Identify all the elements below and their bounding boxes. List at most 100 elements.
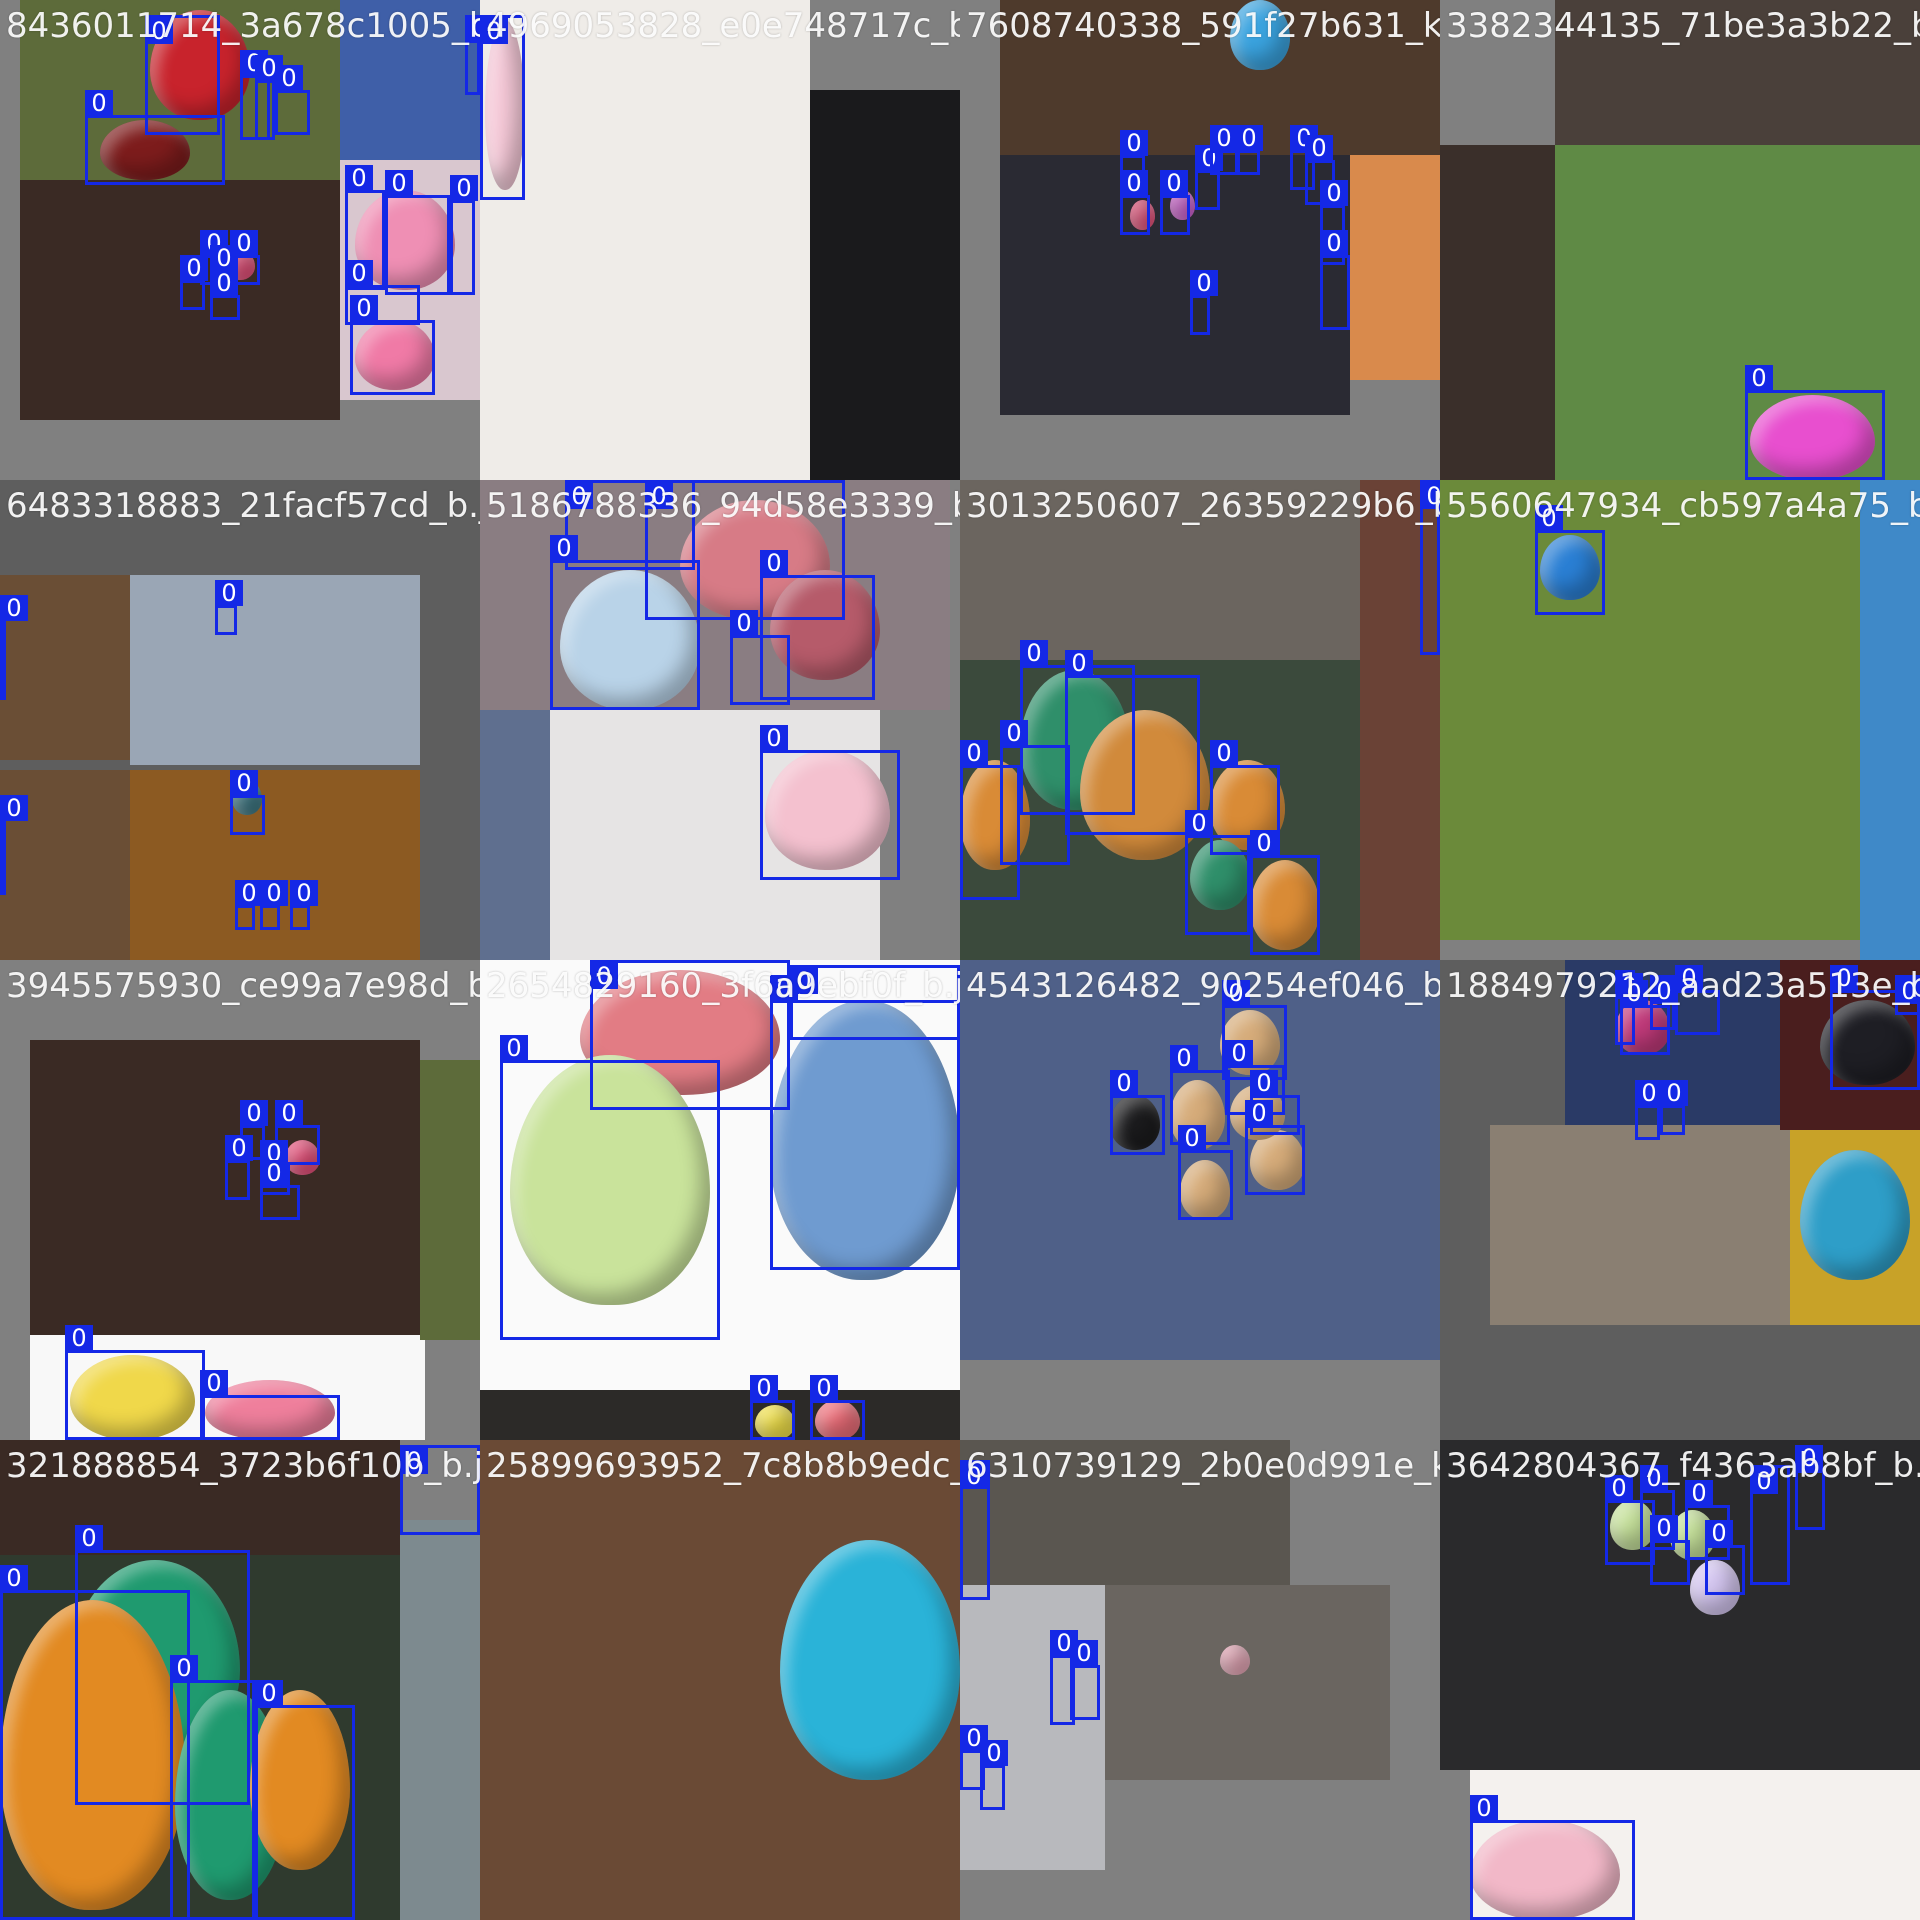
detection-box: 0 bbox=[1065, 650, 1200, 835]
detection-box: 0 bbox=[1250, 830, 1320, 955]
detection-box: 0 bbox=[230, 770, 265, 835]
image-tile: 00000004543126482_90254ef046_b.jpg bbox=[960, 960, 1440, 1440]
photo-region bbox=[1860, 480, 1920, 960]
detection-box: 0 bbox=[1070, 1640, 1100, 1720]
detection-class-label: 0 bbox=[1110, 1070, 1138, 1096]
detection-box: 0 bbox=[1320, 230, 1350, 330]
detection-box: 0 bbox=[180, 255, 208, 310]
image-filename: 25899693952_7c8b8b9edc_k.jpg bbox=[486, 1446, 960, 1486]
detection-box: 0 bbox=[260, 1160, 300, 1220]
photo-region bbox=[1440, 1440, 1920, 1770]
image-filename: 4543126482_90254ef046_b.jpg bbox=[966, 966, 1440, 1006]
image-tile: 00000003945575930_ce99a7e98d_b.jpg bbox=[0, 960, 480, 1440]
detection-class-label: 0 bbox=[1210, 125, 1238, 151]
detection-box: 0 bbox=[1235, 125, 1263, 175]
detection-box: 0 bbox=[210, 270, 240, 320]
detection-class-label: 0 bbox=[230, 770, 258, 796]
detection-class-label: 0 bbox=[1120, 130, 1148, 156]
balloon bbox=[1800, 1150, 1910, 1280]
image-tile: 000000003013250607_26359229b6_b.jpg bbox=[960, 480, 1440, 960]
detection-box: 0 bbox=[810, 1375, 865, 1440]
detection-box: 0 bbox=[225, 1135, 253, 1200]
detection-class-label: 0 bbox=[170, 1655, 198, 1681]
image-tile: 0 3382344135_71be3a3b22_b.jpg bbox=[1440, 0, 1920, 480]
detection-class-label: 0 bbox=[450, 175, 478, 201]
detection-class-label: 0 bbox=[1705, 1520, 1733, 1546]
detection-class-label: 0 bbox=[1320, 230, 1348, 256]
detection-class-label: 0 bbox=[200, 1370, 228, 1396]
photo-region bbox=[1440, 145, 1555, 480]
detection-class-label: 0 bbox=[550, 535, 578, 561]
image-filename: 3013250607_26359229b6_b.jpg bbox=[966, 486, 1440, 526]
detection-class-label: 0 bbox=[1470, 1795, 1498, 1821]
detection-box: 0 bbox=[1650, 1515, 1690, 1585]
detection-box: 0 bbox=[1250, 1070, 1300, 1135]
image-tile: 000006310739129_2b0e0d991e_k.jpg bbox=[960, 1440, 1440, 1920]
image-filename: 6483318883_21facf57cd_b.jpg bbox=[6, 486, 480, 526]
image-tile: 25899693952_7c8b8b9edc_k.jpg bbox=[480, 1440, 960, 1920]
detection-box: 0 bbox=[0, 795, 28, 895]
detection-class-label: 0 bbox=[1650, 1515, 1678, 1541]
photo-region bbox=[1440, 480, 1860, 940]
detection-class-label: 0 bbox=[760, 550, 788, 576]
image-tile: 000000001884979212_aad23a513e_b.jpg bbox=[1440, 960, 1920, 1440]
detection-box: 0 bbox=[1120, 170, 1150, 235]
photo-region bbox=[480, 710, 550, 960]
detection-class-label: 0 bbox=[1635, 1080, 1663, 1106]
detection-class-label: 0 bbox=[1160, 170, 1188, 196]
detection-class-label: 0 bbox=[1660, 1080, 1688, 1106]
detection-box: 0 bbox=[260, 880, 288, 930]
detection-box: 0 bbox=[170, 1655, 255, 1920]
detection-box: 0 bbox=[1745, 365, 1885, 480]
image-tile: 05560647934_cb597a4a75_b.jpg bbox=[1440, 480, 1920, 960]
detection-class-label: 0 bbox=[1178, 1125, 1206, 1151]
detection-class-label: 0 bbox=[1170, 1045, 1198, 1071]
mosaic-grid: 00000000000000008436011714_3a678c1005_b.… bbox=[0, 0, 1920, 1920]
image-filename: 5186788336_94d58e3339_b.jpg bbox=[486, 486, 960, 526]
detection-box: 0 bbox=[255, 1680, 355, 1920]
image-filename: 2654829160_3f6a9ebf0f_b.jpg bbox=[486, 966, 960, 1006]
photo-region bbox=[420, 1060, 480, 1340]
image-tile: 0 0 0 0 0 321888854_3723b6f10b_b.jpg bbox=[0, 1440, 480, 1920]
detection-class-label: 0 bbox=[240, 1100, 268, 1126]
detection-class-label: 0 bbox=[760, 725, 788, 751]
detection-class-label: 0 bbox=[65, 1325, 93, 1351]
image-tile: 0 0 0 0 0 0 2654829160_3f6a9ebf0f_b.jpg bbox=[480, 960, 960, 1440]
photo-region bbox=[480, 0, 810, 480]
detection-box: 0 bbox=[290, 880, 318, 930]
detection-class-label: 0 bbox=[1225, 1040, 1253, 1066]
detection-class-label: 0 bbox=[0, 1565, 28, 1591]
detection-box: 0 bbox=[255, 55, 283, 140]
detection-class-label: 0 bbox=[1065, 650, 1093, 676]
image-filename: 5560647934_cb597a4a75_b.jpg bbox=[1446, 486, 1920, 526]
detection-box: 0 bbox=[350, 295, 435, 395]
image-filename: 3382344135_71be3a3b22_b.jpg bbox=[1446, 6, 1920, 46]
detection-class-label: 0 bbox=[260, 880, 288, 906]
detection-class-label: 0 bbox=[255, 1680, 283, 1706]
detection-class-label: 0 bbox=[180, 255, 208, 281]
detection-class-label: 0 bbox=[260, 1160, 288, 1186]
image-tile: 000000003642804367_f4363ab8bf_b.jpg bbox=[1440, 1440, 1920, 1920]
detection-box: 0 bbox=[65, 1325, 205, 1440]
detection-class-label: 0 bbox=[1320, 180, 1348, 206]
detection-class-label: 0 bbox=[275, 1100, 303, 1126]
photo-region bbox=[1105, 1585, 1390, 1780]
detection-box: 0 bbox=[1185, 810, 1250, 935]
image-tile: 00000000000000008436011714_3a678c1005_b.… bbox=[0, 0, 480, 480]
image-filename: 4969053828_e0e748717c_b.jpg bbox=[486, 6, 960, 46]
detection-class-label: 0 bbox=[345, 165, 373, 191]
detection-class-label: 0 bbox=[1250, 1070, 1278, 1096]
detection-box: 0 bbox=[730, 610, 790, 705]
detection-box: 0 bbox=[1110, 1070, 1165, 1155]
detection-class-label: 0 bbox=[385, 170, 413, 196]
detection-box: 0 bbox=[1705, 1520, 1745, 1595]
photo-region bbox=[1350, 155, 1440, 380]
image-filename: 3945575930_ce99a7e98d_b.jpg bbox=[6, 966, 480, 1006]
detection-class-label: 0 bbox=[210, 245, 238, 271]
detection-box: 0 bbox=[215, 580, 243, 635]
detection-box: 0 bbox=[750, 1375, 795, 1440]
detection-class-label: 0 bbox=[235, 880, 263, 906]
detection-class-label: 0 bbox=[1745, 365, 1773, 391]
detection-class-label: 0 bbox=[210, 270, 238, 296]
detection-class-label: 0 bbox=[0, 795, 28, 821]
